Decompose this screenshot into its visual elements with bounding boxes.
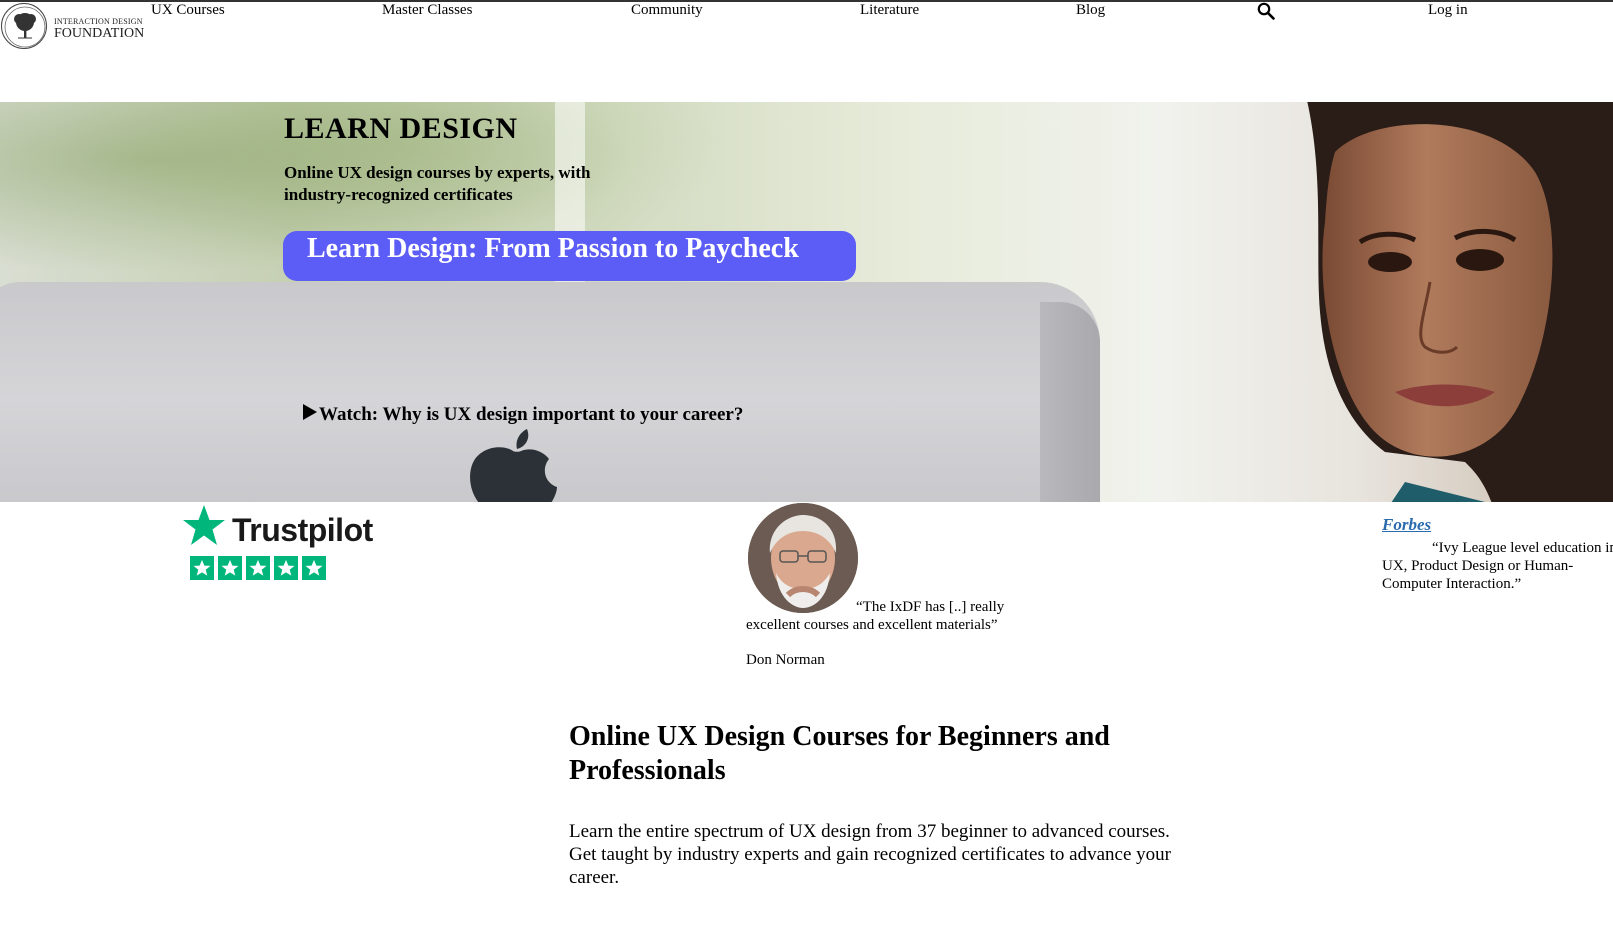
logo-link[interactable]: INTERACTION DESIGN FOUNDATION xyxy=(0,2,150,52)
search-icon[interactable] xyxy=(1257,2,1275,20)
logo-text-line2: FOUNDATION xyxy=(54,26,145,41)
trustpilot-star-icon xyxy=(183,505,225,545)
trustpilot-rating xyxy=(190,556,326,580)
hero-banner: LEARN DESIGN Online UX design courses by… xyxy=(0,102,1613,502)
star-icon xyxy=(190,556,214,580)
nav-literature[interactable]: Literature xyxy=(860,2,919,19)
don-norman-quote: “The IxDF has [..] really excellent cour… xyxy=(746,599,1005,633)
learn-design-cta-button[interactable]: Learn Design: From Passion to Paycheck xyxy=(283,231,856,281)
play-icon xyxy=(303,404,317,420)
site-header: INTERACTION DESIGN FOUNDATION UX Courses… xyxy=(0,0,1613,100)
watch-video-link[interactable]: Watch: Why is UX design important to you… xyxy=(302,403,743,426)
apple-logo-icon xyxy=(470,429,557,502)
don-norman-avatar xyxy=(748,503,858,613)
nav-master-classes[interactable]: Master Classes xyxy=(382,2,472,19)
hero-person-image xyxy=(1307,102,1613,502)
foundation-seal-icon xyxy=(1,3,47,49)
intro-heading: Online UX Design Courses for Beginners a… xyxy=(569,721,1110,786)
don-norman-name: Don Norman xyxy=(746,652,825,668)
star-icon xyxy=(218,556,242,580)
logo-text-line1: INTERACTION DESIGN xyxy=(54,17,143,26)
star-icon xyxy=(274,556,298,580)
forbes-quote: “Ivy League level education in UX, Produ… xyxy=(1382,540,1613,592)
login-link[interactable]: Log in xyxy=(1428,2,1468,19)
hero-subtitle: Online UX design courses by experts, wit… xyxy=(284,163,591,204)
intro-paragraph: Learn the entire spectrum of UX design f… xyxy=(569,821,1171,888)
star-icon xyxy=(246,556,270,580)
nav-community[interactable]: Community xyxy=(631,2,703,19)
hero-title: LEARN DESIGN xyxy=(284,112,518,145)
nav-ux-courses[interactable]: UX Courses xyxy=(151,2,225,19)
nav-blog[interactable]: Blog xyxy=(1076,2,1105,19)
trustpilot-wordmark: Trustpilot xyxy=(232,512,373,548)
star-icon xyxy=(302,556,326,580)
forbes-logo-link[interactable]: Forbes xyxy=(1382,515,1431,535)
watch-video-label: Watch: Why is UX design important to you… xyxy=(319,404,744,425)
trustpilot-link[interactable]: Trustpilot xyxy=(180,502,380,588)
hero-monitor-edge xyxy=(1040,302,1100,502)
